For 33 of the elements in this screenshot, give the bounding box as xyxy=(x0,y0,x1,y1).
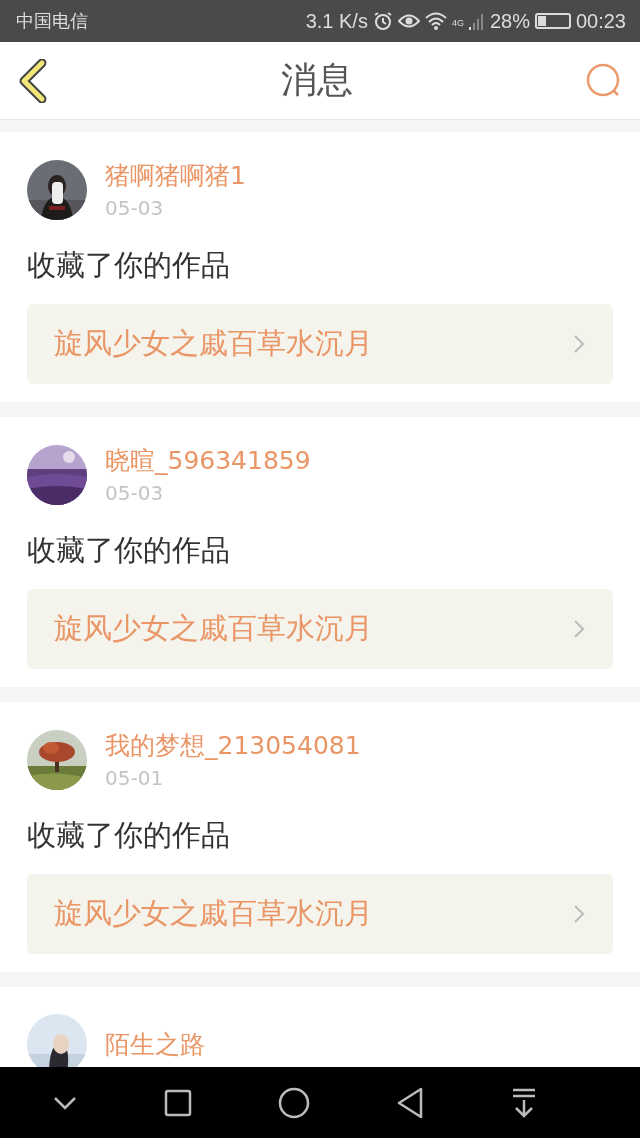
network-speed: 3.1 K/s xyxy=(305,9,368,33)
signal-icon xyxy=(468,12,485,30)
chevron-right-icon xyxy=(573,904,585,924)
alarm-icon xyxy=(372,11,393,31)
user-name[interactable]: 我的梦想_213054081 xyxy=(105,729,361,762)
chevron-right-icon xyxy=(573,619,585,639)
back-triangle-icon[interactable] xyxy=(396,1086,425,1119)
user-name[interactable]: 晓暄_596341859 xyxy=(105,444,311,477)
message-text: 收藏了你的作品 xyxy=(27,247,231,284)
back-icon[interactable] xyxy=(18,58,48,103)
message-date: 05-01 xyxy=(105,766,165,790)
clock-time: 00:23 xyxy=(575,9,626,33)
work-link[interactable]: 旋风少女之戚百草水沉月 xyxy=(27,874,613,954)
recent-apps-icon[interactable] xyxy=(163,1088,192,1117)
battery-icon xyxy=(534,13,571,29)
battery-percent: 28% xyxy=(489,9,530,33)
user-name[interactable]: 猪啊猪啊猪1 xyxy=(105,159,246,192)
message-text: 收藏了你的作品 xyxy=(27,817,231,854)
carrier-name: 中国电信 xyxy=(16,9,88,33)
chevron-right-icon xyxy=(573,334,585,354)
wifi-icon xyxy=(424,12,447,30)
page-title: 消息 xyxy=(281,58,353,102)
network-type: 4G xyxy=(451,17,464,28)
message-date: 05-03 xyxy=(105,196,165,220)
notification-pull-icon[interactable] xyxy=(510,1087,537,1118)
work-link[interactable]: 旋风少女之戚百草水沉月 xyxy=(27,304,613,384)
user-name[interactable]: 陌生之路 xyxy=(105,1027,205,1061)
eye-icon xyxy=(397,13,420,29)
message-date: 05-03 xyxy=(105,481,165,505)
work-link[interactable]: 旋风少女之戚百草水沉月 xyxy=(27,589,613,669)
message-text: 收藏了你的作品 xyxy=(27,532,231,569)
chevron-down-icon[interactable] xyxy=(53,1095,78,1110)
home-icon[interactable] xyxy=(277,1086,310,1119)
